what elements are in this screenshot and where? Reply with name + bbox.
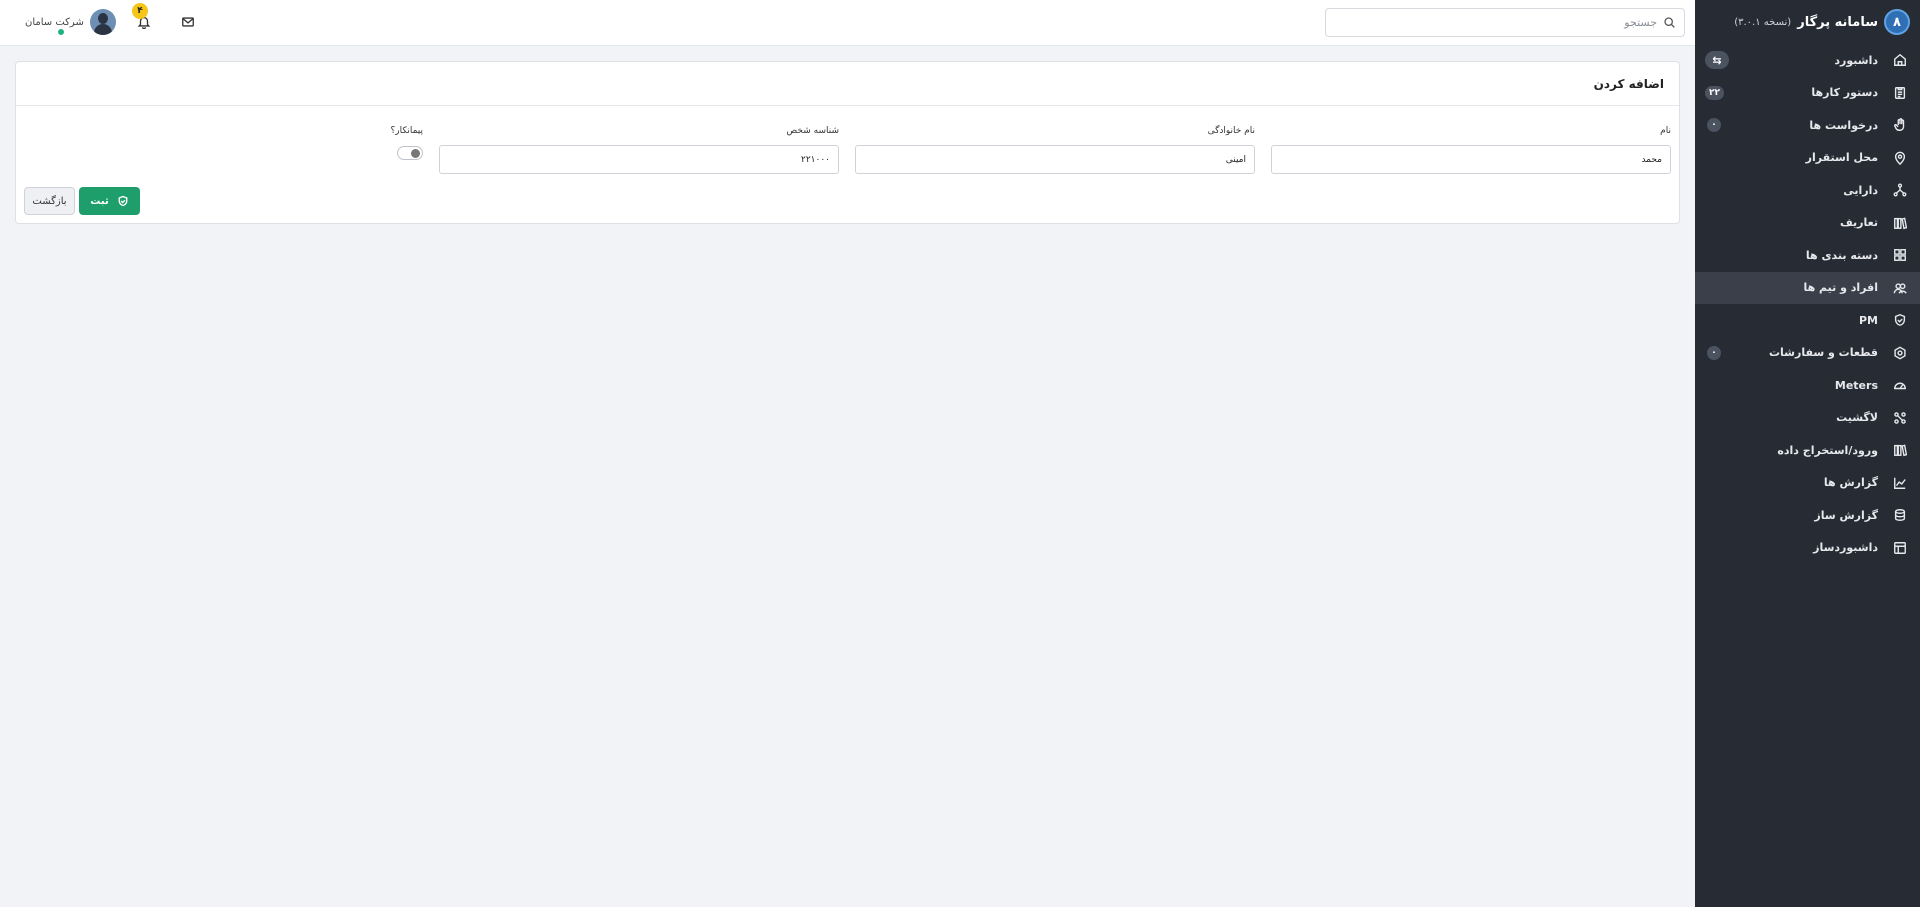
envelope-icon xyxy=(182,17,194,27)
sidebar-item-assets[interactable]: دارایی xyxy=(1695,174,1920,207)
sidebar-item-label: دسته بندی ها xyxy=(1805,248,1878,262)
sidebar-item-label: PM xyxy=(1858,313,1878,327)
save-button-label: ثبت xyxy=(90,195,109,207)
notification-count-badge: ۴ xyxy=(132,3,148,19)
gauge-icon xyxy=(1892,378,1907,393)
grid-icon xyxy=(1892,248,1907,263)
brand-version: (نسخه ۳.۰.۱) xyxy=(1734,16,1792,28)
clipboard-icon xyxy=(1892,85,1907,100)
sidebar-item-people-teams[interactable]: افراد و تیم ها xyxy=(1695,271,1920,304)
add-person-card: اضافه کردن نام نام خانوادگی شناسه شخص پی… xyxy=(15,61,1680,224)
last-name-label: نام خانوادگی xyxy=(1207,126,1255,136)
search-icon xyxy=(1664,17,1675,28)
sidebar-item-dashboard[interactable]: داشبورد ⇆ xyxy=(1695,44,1920,77)
sidebar-item-dashboard-builder[interactable]: داشبوردساز xyxy=(1695,532,1920,565)
sidebar-item-label: دستور کارها xyxy=(1811,86,1878,100)
contractor-label: پیمانکار؟ xyxy=(390,126,423,136)
sidebar-item-reports[interactable]: گزارش ها xyxy=(1695,467,1920,500)
location-pin-icon xyxy=(1892,150,1907,165)
notifications-button[interactable]: ۴ xyxy=(132,3,152,30)
sidebar-item-pm[interactable]: PM xyxy=(1695,304,1920,337)
database-icon xyxy=(1892,508,1907,523)
contractor-toggle[interactable] xyxy=(397,146,423,160)
home-icon xyxy=(1892,53,1907,68)
online-status-dot xyxy=(57,28,65,36)
card-title: اضافه کردن xyxy=(16,62,1679,106)
shield-icon xyxy=(1892,313,1907,328)
sidebar-item-label: داشبورد xyxy=(1834,53,1878,67)
sidebar-item-work-orders[interactable]: دستور کارها ۲۲ xyxy=(1695,77,1920,110)
messages-button[interactable] xyxy=(180,14,196,30)
sidebar-item-label: محل استقرار xyxy=(1805,151,1878,165)
user-menu[interactable]: شرکت سامان xyxy=(25,9,116,35)
nodes-icon xyxy=(1892,410,1907,425)
person-id-field[interactable] xyxy=(439,145,839,174)
import-export-icon xyxy=(1892,443,1907,458)
sidebar-item-label: گزارش ها xyxy=(1823,476,1878,490)
sidebar-item-logsheet[interactable]: لاگشیت xyxy=(1695,402,1920,435)
sidebar-item-categories[interactable]: دسته بندی ها xyxy=(1695,239,1920,272)
first-name-field[interactable] xyxy=(1271,145,1671,174)
sidebar-item-label: تعاریف xyxy=(1839,216,1878,230)
sidebar-item-label: ورود/استخراج داده xyxy=(1777,443,1878,457)
sidebar-item-label: دارایی xyxy=(1843,183,1878,197)
sidebar-item-label: درخواست ها xyxy=(1809,118,1878,132)
requests-count-badge: ۰ xyxy=(1707,118,1721,133)
sidebar-item-label: لاگشیت xyxy=(1836,411,1878,425)
sidebar-item-label: گزارش ساز xyxy=(1814,508,1878,522)
first-name-label: نام xyxy=(1660,126,1671,136)
brand-logo-icon: ۸ xyxy=(1884,9,1910,35)
sidebar-item-label: داشبوردساز xyxy=(1813,541,1878,555)
shield-check-icon xyxy=(118,195,128,207)
sidebar-item-parts-orders[interactable]: قطعات و سفارشات ۰ xyxy=(1695,337,1920,370)
sidebar: ۸ سامانه پرگار (نسخه ۳.۰.۱) داشبورد ⇆ دس… xyxy=(1695,0,1920,907)
sidebar-nav: داشبورد ⇆ دستور کارها ۲۲ درخواست ها ۰ مح… xyxy=(1695,44,1920,564)
layout-icon xyxy=(1892,540,1907,555)
sidebar-item-meters[interactable]: Meters xyxy=(1695,369,1920,402)
sidebar-item-label: قطعات و سفارشات xyxy=(1768,346,1878,360)
line-chart-icon xyxy=(1892,475,1907,490)
hand-icon xyxy=(1892,118,1907,133)
user-name: شرکت سامان xyxy=(25,16,84,28)
topbar: ۴ شرکت سامان xyxy=(0,0,1695,46)
books-icon xyxy=(1892,215,1907,230)
brand: ۸ سامانه پرگار (نسخه ۳.۰.۱) xyxy=(1695,0,1920,44)
hexagon-icon xyxy=(1892,345,1907,360)
person-id-label: شناسه شخص xyxy=(786,126,839,136)
parts-count-badge: ۰ xyxy=(1707,345,1721,360)
work-orders-count-badge: ۲۲ xyxy=(1705,85,1724,100)
last-name-field[interactable] xyxy=(855,145,1255,174)
search-box[interactable] xyxy=(1325,8,1685,37)
asset-tree-icon xyxy=(1892,183,1907,198)
avatar xyxy=(89,9,116,35)
sidebar-item-locations[interactable]: محل استقرار xyxy=(1695,142,1920,175)
save-button[interactable]: ثبت xyxy=(79,187,140,215)
sidebar-item-label: افراد و تیم ها xyxy=(1803,281,1878,295)
users-icon xyxy=(1892,280,1907,295)
search-input[interactable] xyxy=(1326,16,1657,29)
sidebar-item-requests[interactable]: درخواست ها ۰ xyxy=(1695,109,1920,142)
sidebar-item-import-export[interactable]: ورود/استخراج داده xyxy=(1695,434,1920,467)
sidebar-item-report-builder[interactable]: گزارش ساز xyxy=(1695,499,1920,532)
sidebar-item-label: Meters xyxy=(1834,378,1878,392)
sidebar-collapse-toggle[interactable]: ⇆ xyxy=(1705,51,1729,70)
back-button[interactable]: بازگشت xyxy=(24,187,75,215)
sidebar-item-definitions[interactable]: تعاریف xyxy=(1695,207,1920,240)
brand-title: سامانه پرگار xyxy=(1797,14,1878,30)
